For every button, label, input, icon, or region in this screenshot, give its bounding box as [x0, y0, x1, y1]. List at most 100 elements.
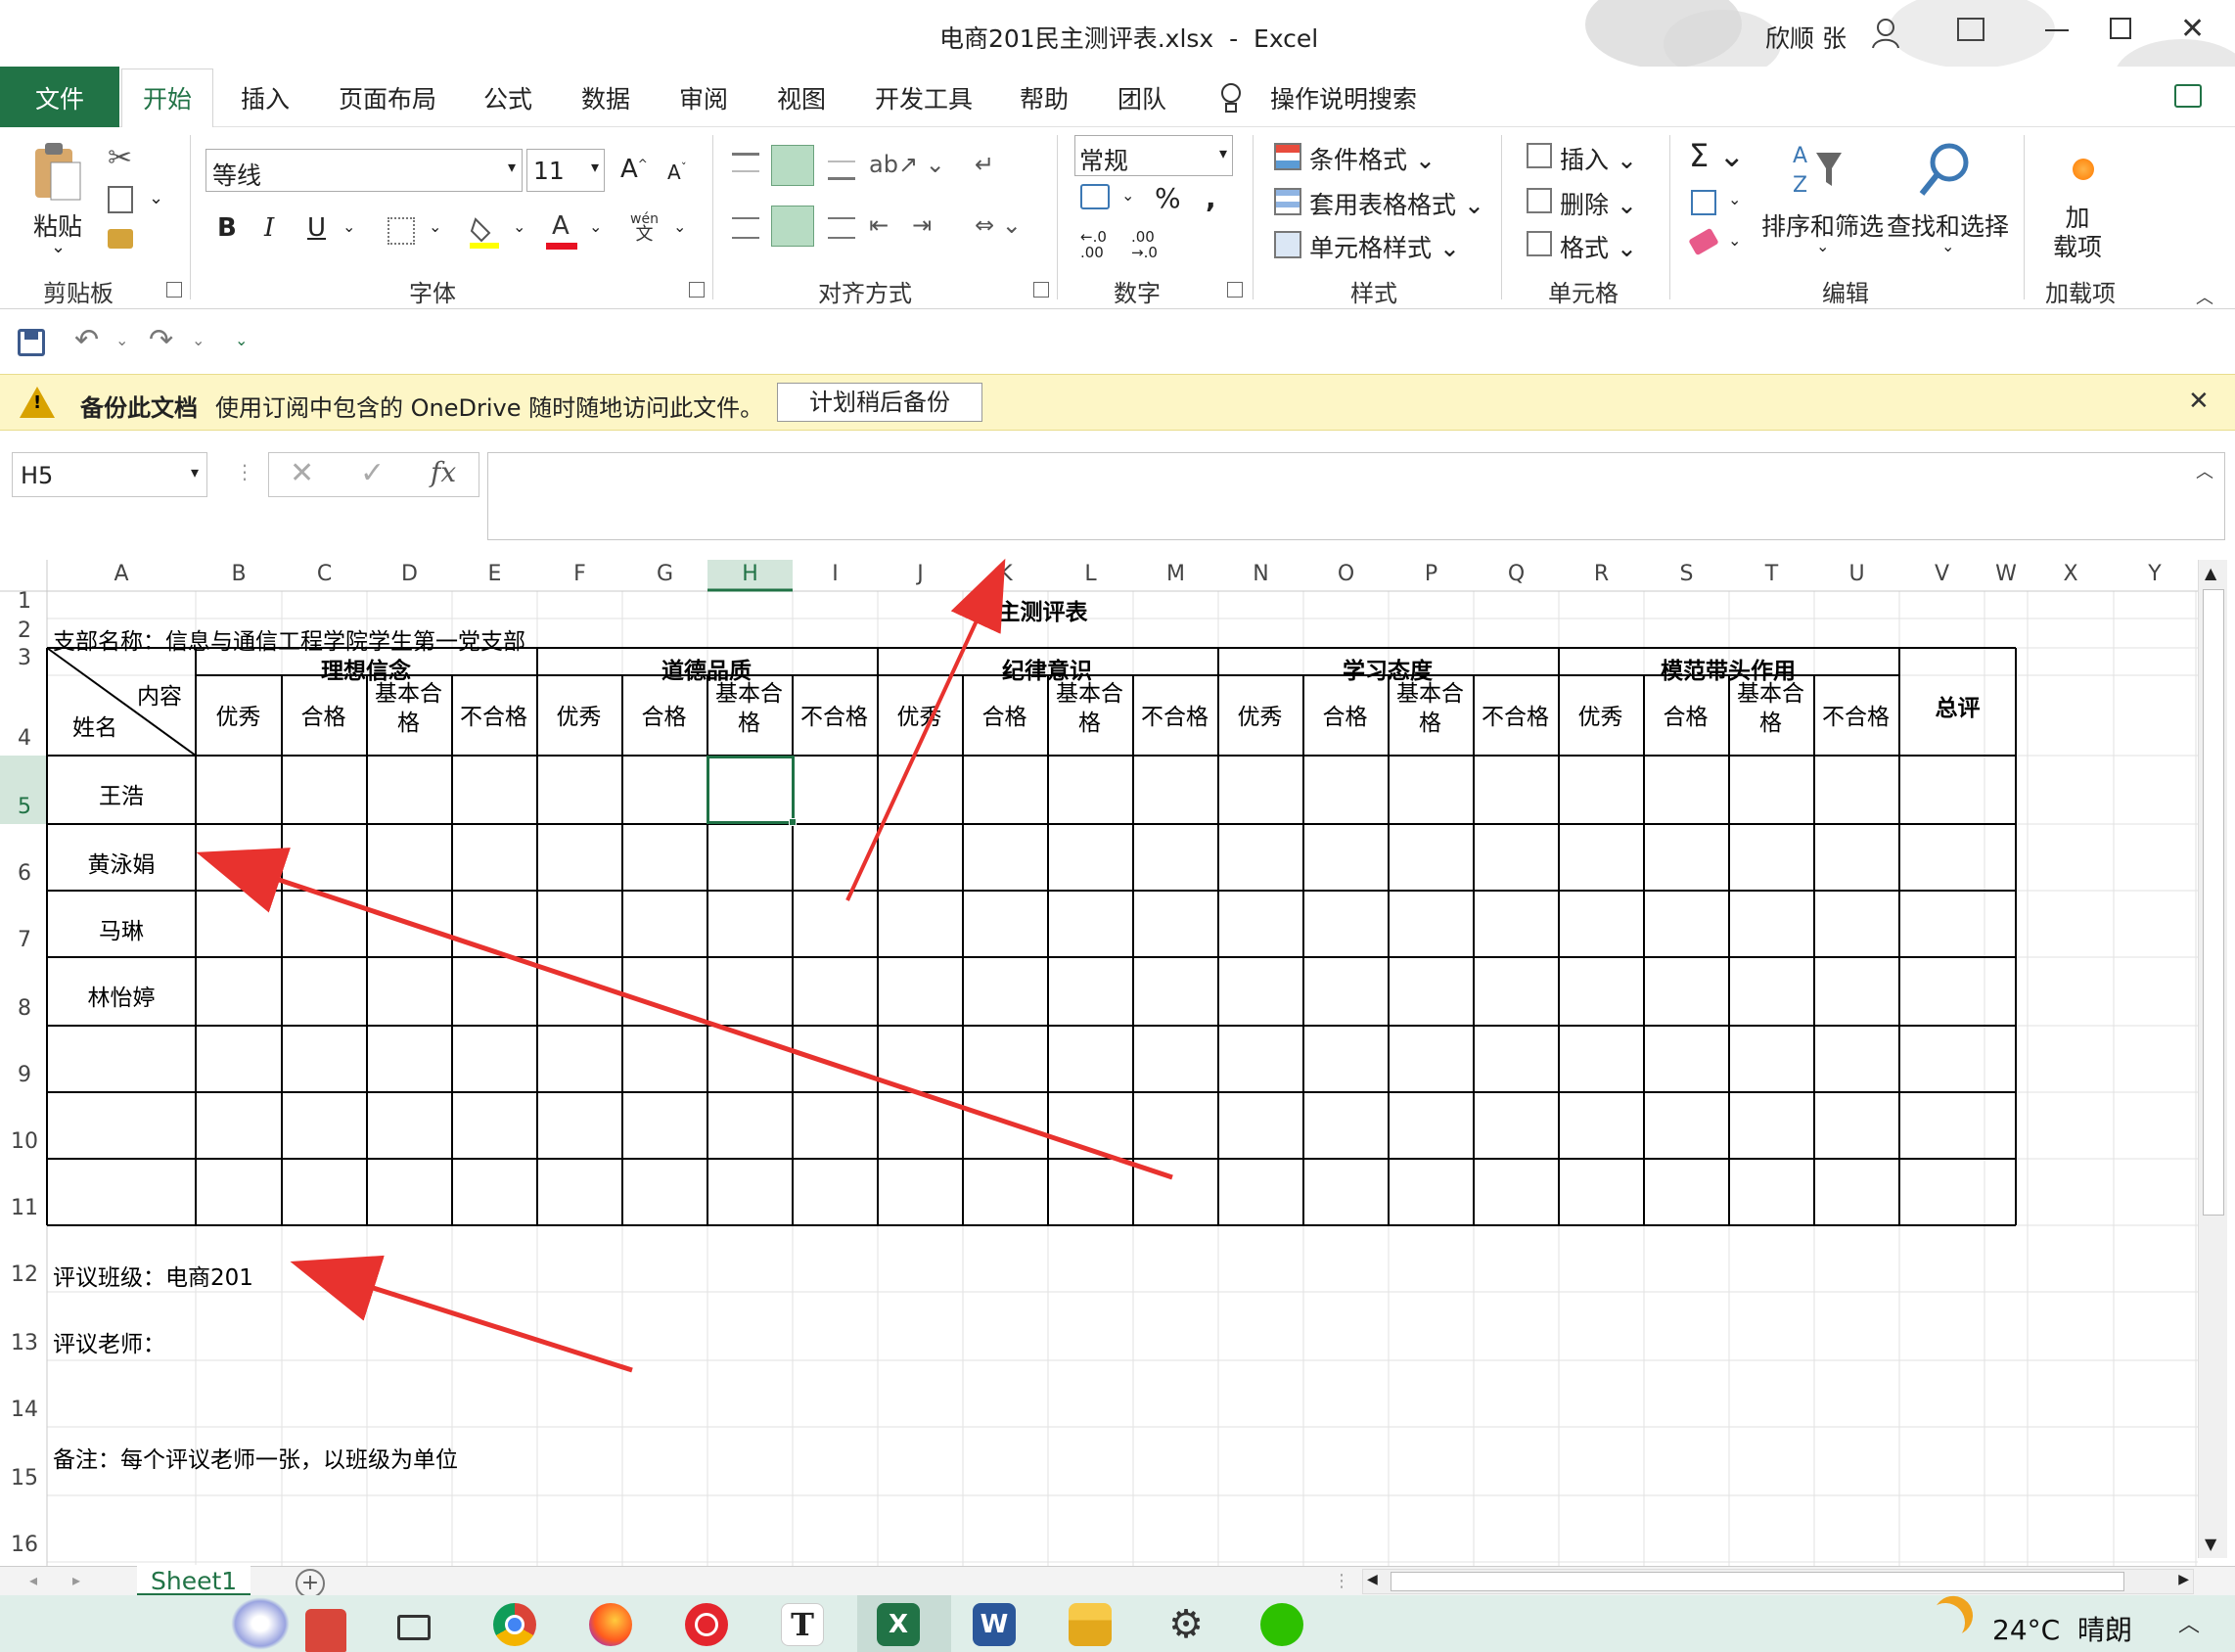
autosum-icon[interactable]: Σ ⌄ [1689, 137, 1745, 174]
tab-review[interactable]: 审阅 [679, 80, 728, 115]
tab-insert[interactable]: 插入 [241, 80, 290, 115]
scroll-right-icon[interactable]: ▶ [2178, 1572, 2189, 1587]
align-bottom-icon[interactable] [828, 161, 855, 180]
find-select-dropdown-icon[interactable]: ⌄ [1941, 237, 1954, 255]
expand-formula-icon[interactable]: ︿ [2196, 458, 2213, 483]
insert-function-button[interactable]: fx [431, 456, 456, 488]
phonetic-dropdown-icon[interactable]: ⌄ [673, 217, 686, 236]
tab-developer[interactable]: 开发工具 [875, 80, 973, 115]
column-header-D[interactable]: D [367, 560, 452, 589]
font-launcher-icon[interactable] [689, 282, 705, 298]
insert-cells-button[interactable]: 插入 ⌄ [1560, 141, 1637, 176]
format-as-table-button[interactable]: 套用表格格式 ⌄ [1309, 186, 1484, 221]
redo-icon[interactable]: ↷ [149, 323, 173, 357]
row-header-6[interactable]: 6 [4, 861, 45, 889]
row-header-8[interactable]: 8 [4, 996, 45, 1024]
undo-dropdown-icon[interactable]: ⌄ [115, 331, 128, 349]
font-color-icon[interactable]: A [546, 211, 577, 251]
cell-styles-button[interactable]: 单元格样式 ⌄ [1309, 229, 1460, 264]
column-header-B[interactable]: B [196, 560, 282, 589]
column-header-J[interactable]: J [878, 560, 963, 589]
user-name[interactable]: 欣顺 张 [1765, 20, 1847, 55]
italic-button[interactable]: I [264, 213, 274, 243]
percent-button[interactable]: % [1155, 182, 1181, 214]
currency-icon[interactable] [1080, 184, 1110, 209]
delete-cells-icon[interactable] [1527, 188, 1552, 213]
align-left-icon[interactable] [732, 217, 759, 239]
insert-cells-icon[interactable] [1527, 143, 1552, 168]
column-header-T[interactable]: T [1729, 560, 1814, 589]
column-header-G[interactable]: G [622, 560, 707, 589]
column-header-C[interactable]: C [282, 560, 367, 589]
row-header-2[interactable]: 2 [4, 619, 45, 646]
sort-filter-icon[interactable]: AZ [1791, 141, 1846, 198]
clear-dropdown-icon[interactable]: ⌄ [1728, 231, 1741, 250]
clipboard-launcher-icon[interactable] [166, 282, 182, 298]
row-header-15[interactable]: 15 [4, 1466, 45, 1493]
increase-decimal-icon[interactable]: ←.0.00 [1080, 229, 1107, 260]
fill-icon[interactable] [1691, 190, 1716, 215]
file-explorer-icon[interactable] [1069, 1603, 1112, 1646]
comma-style-icon[interactable]: , [1206, 182, 1216, 214]
minimize-button[interactable] [2045, 29, 2069, 31]
column-header-Q[interactable]: Q [1474, 560, 1559, 589]
tab-splitter[interactable]: ⋮ [1333, 1571, 1350, 1591]
format-as-table-icon[interactable] [1274, 188, 1301, 215]
comments-icon[interactable] [2174, 84, 2202, 108]
settings-icon[interactable]: ⚙ [1164, 1603, 1208, 1646]
tab-view[interactable]: 视图 [777, 80, 826, 115]
netease-music-icon[interactable] [685, 1603, 728, 1646]
column-header-N[interactable]: N [1218, 560, 1303, 589]
vertical-scrollbar[interactable]: ▲ ▼ [2198, 560, 2227, 1558]
find-select-icon[interactable] [1918, 141, 1973, 198]
undo-icon[interactable]: ↶ [74, 323, 99, 357]
row-header-10[interactable]: 10 [4, 1129, 45, 1157]
row-header-11[interactable]: 11 [4, 1196, 45, 1223]
scroll-left-icon[interactable]: ◂ [29, 1571, 37, 1589]
fill-handle[interactable] [789, 818, 797, 826]
phonetic-icon[interactable]: wén 文 [630, 211, 659, 244]
scroll-thumb[interactable] [2203, 589, 2224, 1216]
weather-text[interactable]: 24°C 晴朗 [1992, 1609, 2132, 1648]
row-header-5[interactable]: 5 [4, 795, 45, 822]
tab-data[interactable]: 数据 [581, 80, 630, 115]
addins-icon[interactable] [2073, 159, 2094, 180]
tab-team[interactable]: 团队 [1118, 80, 1166, 115]
paste-dropdown-icon[interactable]: ⌄ [51, 237, 66, 257]
font-name-box[interactable]: 等线 ▾ [205, 149, 523, 192]
column-header-Y[interactable]: Y [2114, 560, 2196, 589]
cut-icon[interactable]: ✂ [108, 141, 132, 175]
widget-cup-icon[interactable] [305, 1609, 346, 1652]
column-header-S[interactable]: S [1644, 560, 1729, 589]
format-cells-icon[interactable] [1527, 231, 1552, 256]
row-header-9[interactable]: 9 [4, 1063, 45, 1090]
maximize-button[interactable] [2110, 18, 2131, 39]
row-header-7[interactable]: 7 [4, 928, 45, 955]
tab-help[interactable]: 帮助 [1020, 80, 1069, 115]
horizontal-scrollbar[interactable]: ◀ ▶ [1362, 1569, 2194, 1594]
fill-dropdown-icon[interactable]: ⌄ [513, 217, 525, 236]
message-close-icon[interactable]: ✕ [2188, 387, 2210, 416]
column-header-V[interactable]: V [1899, 560, 1984, 589]
ribbon-display-options-icon[interactable] [1957, 18, 1984, 41]
row-header-1[interactable]: 1 [4, 589, 45, 617]
column-header-A[interactable]: A [47, 560, 196, 589]
format-painter-icon[interactable] [108, 229, 133, 249]
row-header-16[interactable]: 16 [4, 1533, 45, 1560]
bold-button[interactable]: B [217, 213, 237, 243]
word-icon[interactable]: W [973, 1603, 1016, 1646]
increase-indent-icon[interactable]: ⇥ [912, 211, 932, 239]
confirm-entry-icon[interactable]: ✓ [360, 456, 385, 490]
align-middle-icon[interactable] [771, 145, 814, 186]
wrap-text-icon[interactable]: ↵ [975, 151, 994, 178]
typora-icon[interactable]: T [781, 1603, 824, 1646]
number-launcher-icon[interactable] [1227, 282, 1243, 298]
customize-qat-icon[interactable]: ⌄ [235, 331, 248, 349]
column-header-L[interactable]: L [1048, 560, 1133, 589]
wechat-icon[interactable] [1260, 1603, 1303, 1646]
grow-font-icon[interactable]: A^ [620, 155, 648, 184]
formula-bar-grip[interactable]: ⋮ [235, 460, 254, 483]
row-header-14[interactable]: 14 [4, 1398, 45, 1425]
format-cells-button[interactable]: 格式 ⌄ [1560, 229, 1637, 264]
orientation-icon[interactable]: ab↗ ⌄ [869, 151, 945, 178]
